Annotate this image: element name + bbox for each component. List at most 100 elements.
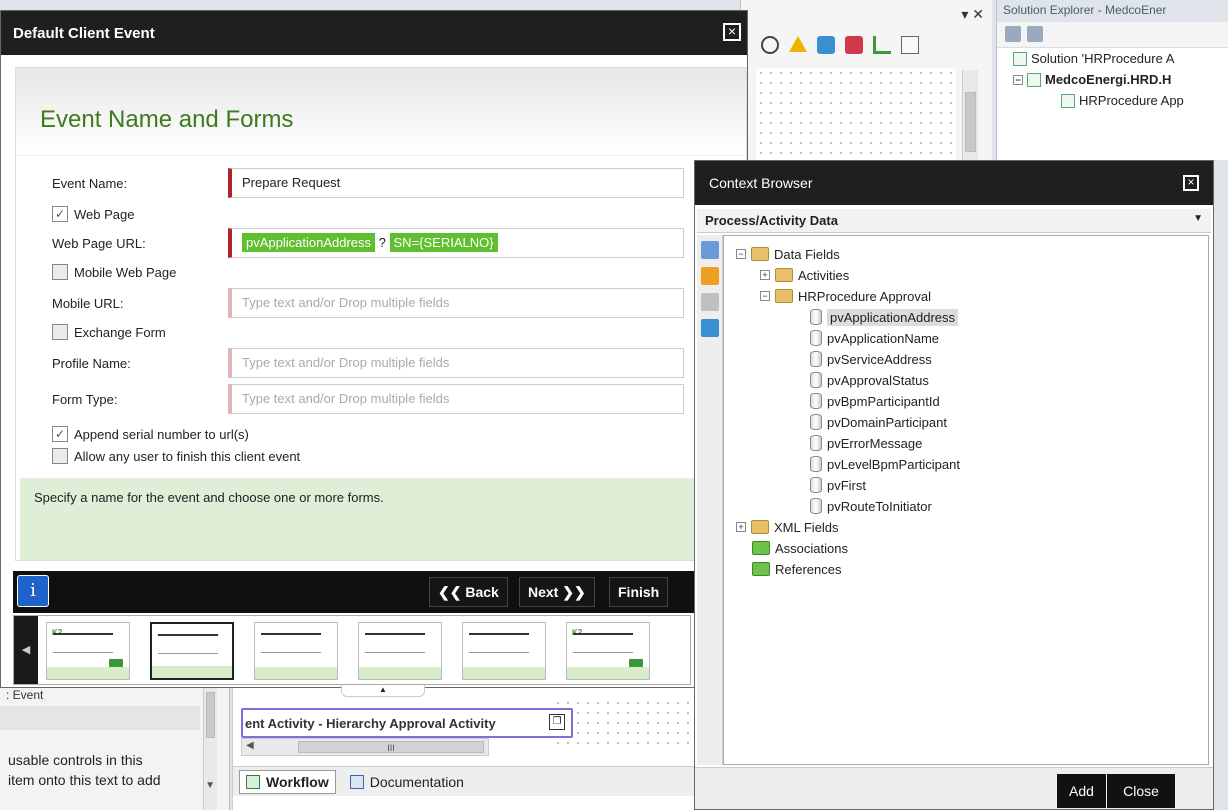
delete-line-icon[interactable]: [845, 36, 863, 54]
tree-field-item[interactable]: pvApplicationName: [810, 328, 939, 348]
web-page-url-field[interactable]: pvApplicationAddress ? SN={SERIALNO}: [228, 228, 684, 258]
tree-field-item[interactable]: pvServiceAddress: [810, 349, 932, 369]
collapse-icon[interactable]: −: [736, 249, 746, 259]
scroll-thumb[interactable]: III: [298, 741, 484, 753]
back-button[interactable]: ❮❮ Back: [429, 577, 508, 607]
tree-field-item[interactable]: pvRouteToInitiator: [810, 496, 932, 516]
tree-field-item[interactable]: pvApplicationAddress: [810, 307, 959, 327]
wizard-step-thumbnail-selected[interactable]: [150, 622, 234, 680]
page-title: Event Name and Forms: [40, 106, 294, 133]
folder-icon: [751, 247, 769, 261]
clock-icon[interactable]: [761, 36, 779, 54]
canvas-horizontal-scrollbar[interactable]: ◀ III: [241, 738, 489, 756]
workflow-context-icon[interactable]: [701, 319, 719, 337]
mobile-url-field[interactable]: Type text and/or Drop multiple fields: [228, 288, 684, 318]
move-right-icon[interactable]: [817, 36, 835, 54]
tree-activities[interactable]: + Activities: [760, 265, 849, 285]
wizard-step-thumbnail[interactable]: K2: [46, 622, 130, 680]
activity-box[interactable]: ent Activity - Hierarchy Approval Activi…: [241, 708, 573, 738]
tree-field-item[interactable]: pvDomainParticipant: [810, 412, 947, 432]
tree-xml-fields[interactable]: + XML Fields: [736, 517, 839, 537]
form-type-field[interactable]: Type text and/or Drop multiple fields: [228, 384, 684, 414]
properties-icon[interactable]: [1005, 26, 1021, 42]
tab-workflow[interactable]: Workflow: [239, 770, 336, 794]
collapse-thumbnails-button[interactable]: ▲: [341, 685, 425, 697]
scroll-left-icon[interactable]: ◀: [14, 616, 38, 684]
expand-icon[interactable]: +: [760, 270, 770, 280]
tab-documentation[interactable]: Documentation: [344, 770, 470, 794]
project-node[interactable]: − MedcoEnergi.HRD.H: [997, 69, 1228, 90]
wizard-step-thumbnail[interactable]: K2: [566, 622, 650, 680]
share-icon[interactable]: [873, 36, 891, 54]
data-field-icon: [810, 393, 822, 409]
dialog-body: Event Name and Forms Event Name: Prepare…: [15, 67, 747, 561]
workflow-canvas[interactable]: ent Activity - Hierarchy Approval Activi…: [232, 688, 695, 810]
tree-field-item[interactable]: pvFirst: [810, 475, 866, 495]
checkbox-unchecked-icon[interactable]: [52, 448, 68, 464]
tree-associations[interactable]: Associations: [752, 538, 848, 558]
context-browser: Context Browser × Process/Activity Data …: [694, 160, 1214, 810]
page-header: Event Name and Forms: [16, 68, 746, 156]
object-browser-icon[interactable]: [701, 267, 719, 285]
layout-icon[interactable]: [901, 36, 919, 54]
collapse-icon[interactable]: −: [1013, 74, 1023, 85]
tree-field-item[interactable]: pvLevelBpmParticipant: [810, 454, 960, 474]
url-field-chip[interactable]: pvApplicationAddress: [242, 233, 376, 252]
show-all-files-icon[interactable]: [1027, 26, 1043, 42]
event-name-field[interactable]: Prepare Request: [228, 168, 684, 198]
file-node[interactable]: HRProcedure App: [997, 90, 1228, 111]
tree-references[interactable]: References: [752, 559, 841, 579]
checkbox-checked-icon[interactable]: ✓: [52, 206, 68, 222]
scroll-left-icon[interactable]: ◀: [246, 740, 254, 751]
close-icon[interactable]: ×: [1183, 175, 1199, 191]
warning-icon[interactable]: [789, 36, 807, 52]
event-name-label: Event Name:: [52, 176, 128, 191]
process-data-icon[interactable]: [701, 293, 719, 311]
solution-explorer-title: Solution Explorer - MedcoEner: [997, 0, 1228, 22]
project-icon: [1027, 72, 1041, 87]
expand-icon[interactable]: +: [736, 522, 746, 532]
view-tabs: Workflow Documentation: [233, 766, 695, 796]
maximize-icon[interactable]: ❐: [549, 714, 565, 730]
context-browser-footer: Add Close: [695, 767, 1213, 809]
canvas-vertical-scrollbar[interactable]: [962, 70, 978, 160]
next-button[interactable]: Next ❯❯: [519, 577, 595, 607]
checkbox-checked-icon[interactable]: ✓: [52, 426, 68, 442]
checkbox-unchecked-icon[interactable]: [52, 324, 68, 340]
chevron-down-icon[interactable]: ▼: [205, 780, 215, 791]
allow-any-user-checkbox[interactable]: Allow any user to finish this client eve…: [52, 448, 300, 464]
serial-chip[interactable]: SN={SERIALNO}: [389, 233, 498, 252]
mobile-web-page-checkbox[interactable]: Mobile Web Page: [52, 264, 176, 280]
finish-button[interactable]: Finish: [609, 577, 669, 607]
profile-name-field[interactable]: Type text and/or Drop multiple fields: [228, 348, 684, 378]
context-type-select[interactable]: Process/Activity Data ▼: [697, 209, 1211, 233]
references-icon: [752, 562, 770, 576]
associations-icon: [752, 541, 770, 555]
tree-hrprocedure[interactable]: − HRProcedure Approval: [760, 286, 931, 306]
web-page-checkbox[interactable]: ✓ Web Page: [52, 206, 134, 222]
tree-data-fields[interactable]: − Data Fields: [736, 244, 840, 264]
chevron-down-icon[interactable]: ▼: [1193, 213, 1203, 224]
close-icon[interactable]: ×: [723, 23, 741, 41]
checkbox-unchecked-icon[interactable]: [52, 264, 68, 280]
toolbox-scrollbar[interactable]: [203, 688, 217, 810]
solution-node[interactable]: Solution 'HRProcedure A: [997, 48, 1228, 69]
context-tree: − Data Fields + Activities − HRProcedure…: [723, 235, 1209, 765]
info-icon[interactable]: i: [17, 575, 49, 607]
tree-field-item[interactable]: pvErrorMessage: [810, 433, 922, 453]
add-button[interactable]: Add: [1057, 774, 1106, 808]
environment-icon[interactable]: [701, 241, 719, 259]
collapse-icon[interactable]: −: [760, 291, 770, 301]
tree-field-item[interactable]: pvBpmParticipantId: [810, 391, 940, 411]
wizard-step-thumbnail[interactable]: [254, 622, 338, 680]
design-canvas-grid[interactable]: [756, 68, 956, 160]
exchange-form-checkbox[interactable]: Exchange Form: [52, 324, 166, 340]
close-button[interactable]: Close: [1107, 774, 1175, 808]
append-serial-checkbox[interactable]: ✓ Append serial number to url(s): [52, 426, 249, 442]
wizard-step-thumbnail[interactable]: [462, 622, 546, 680]
wizard-step-thumbnail[interactable]: [358, 622, 442, 680]
tree-field-item[interactable]: pvApprovalStatus: [810, 370, 929, 390]
wizard-nav-bar: i ❮❮ Back Next ❯❯ Finish: [13, 571, 747, 613]
panel-controls[interactable]: ▾ ✕: [961, 6, 984, 23]
form-type-label: Form Type:: [52, 392, 118, 407]
